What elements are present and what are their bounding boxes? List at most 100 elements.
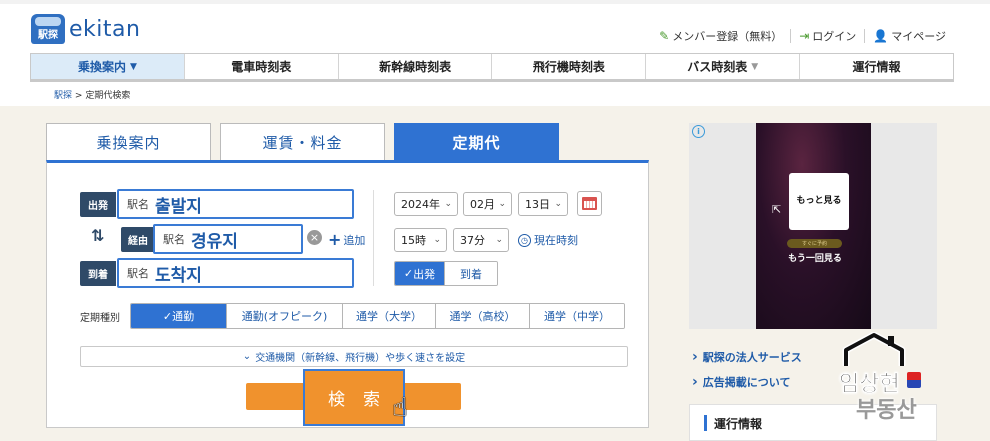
- minute-select[interactable]: 37分 ⌄: [453, 228, 509, 252]
- pass-commute[interactable]: ✓ 通勤: [131, 304, 227, 328]
- day-select[interactable]: 13日 ⌄: [518, 192, 568, 216]
- ad-pill: すぐに予約: [787, 239, 842, 248]
- nav-shinkansen-timetable[interactable]: 新幹線時刻表: [339, 54, 493, 79]
- departure-placeholder: 駅名: [127, 198, 149, 211]
- hour-select[interactable]: 15時 ⌄: [394, 228, 447, 252]
- nav-transfer-label: 乗換案内: [77, 60, 126, 74]
- chevron-down-icon: ⌄: [444, 199, 452, 209]
- arrival-input[interactable]: 駅名 도착지: [117, 258, 354, 288]
- arrival-label: 到着: [80, 261, 116, 286]
- month-value: 02月: [470, 198, 495, 211]
- arrival-placeholder: 駅名: [127, 267, 149, 280]
- nav-service-info[interactable]: 運行情報: [800, 54, 953, 79]
- swap-icon[interactable]: ⇅: [91, 226, 104, 245]
- current-time-link[interactable]: ◷ 現在時刻: [518, 232, 578, 248]
- option-departure-label: 出発: [413, 267, 436, 281]
- nav-bus-timetable[interactable]: バス時刻表 ▼: [646, 54, 801, 79]
- breadcrumb-current: 定期代検索: [85, 91, 131, 101]
- top-border: [0, 0, 990, 4]
- breadcrumb: 駅探 > 定期代検索: [54, 88, 130, 101]
- chevron-down-icon: ⌄: [554, 199, 562, 209]
- link-corporate-service[interactable]: 駅探の法人サービス: [692, 345, 802, 370]
- watermark: 임상현 부동산: [834, 332, 934, 424]
- pencil-icon: ✎: [659, 29, 670, 43]
- ad-area[interactable]: i ⇱ もっと見る すぐに予約 もう一回見る: [689, 123, 937, 329]
- service-info-title: 運行情報: [714, 417, 763, 431]
- add-via-link[interactable]: + 追加: [328, 230, 365, 249]
- login-icon: ⇥: [799, 29, 810, 43]
- dep-arr-toggle: ✓ 出発 到着: [394, 261, 498, 286]
- ad-video[interactable]: ⇱ もっと見る すぐに予約 もう一回見る: [756, 123, 871, 329]
- nav-transfer[interactable]: 乗換案内 ▼: [31, 54, 185, 79]
- member-register-link[interactable]: ✎ メンバー登録（無料）: [651, 28, 790, 44]
- pass-type-label: 定期種別: [80, 313, 120, 324]
- calendar-button[interactable]: [577, 191, 602, 216]
- pass-type-selector: ✓ 通勤 通勤(オフピーク) 通学（大学） 通学（高校） 通学（中学）: [130, 303, 625, 329]
- logo-text: ekitan: [69, 16, 141, 42]
- expand-arrow-icon: ⇱: [772, 203, 782, 216]
- nav-shinkansen-label: 新幹線時刻表: [379, 60, 452, 74]
- add-via-label: 追加: [343, 233, 366, 247]
- tab-fare[interactable]: 運賃・料金: [220, 123, 385, 160]
- clock-icon: ◷: [518, 233, 531, 247]
- nav-bus-label: バス時刻表: [687, 60, 748, 74]
- pass-offpeak-label: 通勤(オフピーク): [241, 310, 328, 323]
- current-time-label: 現在時刻: [534, 234, 578, 247]
- detail-settings-label: 交通機関（新幹線、飛行機）や歩く速さを設定: [255, 353, 466, 364]
- departure-input[interactable]: 駅名 출발지: [117, 189, 354, 219]
- tab-transfer[interactable]: 乗換案内: [46, 123, 211, 160]
- plus-icon: +: [328, 230, 342, 249]
- tab-commuter-pass[interactable]: 定期代: [394, 123, 559, 160]
- pass-commute-offpeak[interactable]: 通勤(オフピーク): [227, 304, 343, 328]
- chevron-down-icon: ▼: [751, 61, 759, 72]
- logo-badge: 駅探: [31, 14, 65, 44]
- nav-train-timetable[interactable]: 電車時刻表: [185, 54, 339, 79]
- via-input[interactable]: 駅名 경유지: [153, 224, 303, 254]
- section-accent: [704, 415, 707, 431]
- person-icon: 👤: [873, 29, 889, 43]
- via-label: 経由: [121, 227, 155, 252]
- pass-highschool[interactable]: 通学（高校）: [436, 304, 530, 328]
- month-select[interactable]: 02月 ⌄: [463, 192, 512, 216]
- link-advertising[interactable]: 広告掲載について: [692, 370, 802, 395]
- search-tabs: 乗換案内 運賃・料金 定期代: [46, 123, 559, 160]
- breadcrumb-home[interactable]: 駅探: [54, 91, 72, 101]
- side-links: 駅探の法人サービス 広告掲載について: [692, 345, 802, 395]
- departure-value: 출발지: [155, 196, 202, 217]
- pass-university[interactable]: 通学（大学）: [343, 304, 436, 328]
- option-arrival[interactable]: 到着: [445, 262, 497, 285]
- year-select[interactable]: 2024年 ⌄: [394, 192, 458, 216]
- nav-train-label: 電車時刻表: [231, 60, 292, 74]
- member-register-label: メンバー登録（無料）: [672, 30, 783, 43]
- hour-value: 15時: [401, 234, 426, 247]
- calendar-icon: [582, 197, 597, 210]
- ad-card[interactable]: もっと見る: [789, 173, 849, 230]
- year-value: 2024年: [401, 198, 440, 211]
- chevron-down-icon: ⌄: [242, 351, 252, 362]
- info-icon[interactable]: i: [692, 125, 705, 138]
- chevron-down-icon: ⌄: [433, 235, 441, 245]
- nav-flight-timetable[interactable]: 飛行機時刻表: [492, 54, 647, 79]
- mypage-label: マイページ: [891, 30, 946, 43]
- nav-service-label: 運行情報: [852, 60, 901, 74]
- mypage-link[interactable]: 👤 マイページ: [865, 28, 954, 44]
- nav-flight-label: 飛行機時刻表: [532, 60, 605, 74]
- hand-cursor-icon: ☝: [392, 393, 408, 423]
- ad-replay[interactable]: もう一回見る: [776, 253, 854, 266]
- login-link[interactable]: ⇥ ログイン: [791, 28, 864, 44]
- option-departure[interactable]: ✓ 出発: [395, 262, 445, 285]
- pass-middleschool[interactable]: 通学（中学）: [530, 304, 624, 328]
- user-links: ✎ メンバー登録（無料） ⇥ ログイン 👤 マイページ: [651, 28, 954, 44]
- detail-settings-toggle[interactable]: ⌄ 交通機関（新幹線、飛行機）や歩く速さを設定: [80, 346, 628, 367]
- search-button[interactable]: 検索: [303, 369, 405, 426]
- pass-university-label: 通学（大学）: [356, 310, 422, 323]
- via-value: 경유지: [191, 231, 238, 252]
- via-placeholder: 駅名: [163, 233, 185, 246]
- global-nav: 乗換案内 ▼ 電車時刻表 新幹線時刻表 飛行機時刻表 バス時刻表 ▼ 運行情報: [30, 53, 954, 82]
- login-label: ログイン: [812, 30, 857, 43]
- pass-highschool-label: 通学（高校）: [449, 310, 516, 323]
- clear-icon[interactable]: ×: [307, 230, 322, 245]
- flag-icon: [907, 372, 921, 388]
- site-logo[interactable]: 駅探 ekitan: [31, 14, 140, 44]
- watermark-line2: 부동산: [856, 398, 917, 423]
